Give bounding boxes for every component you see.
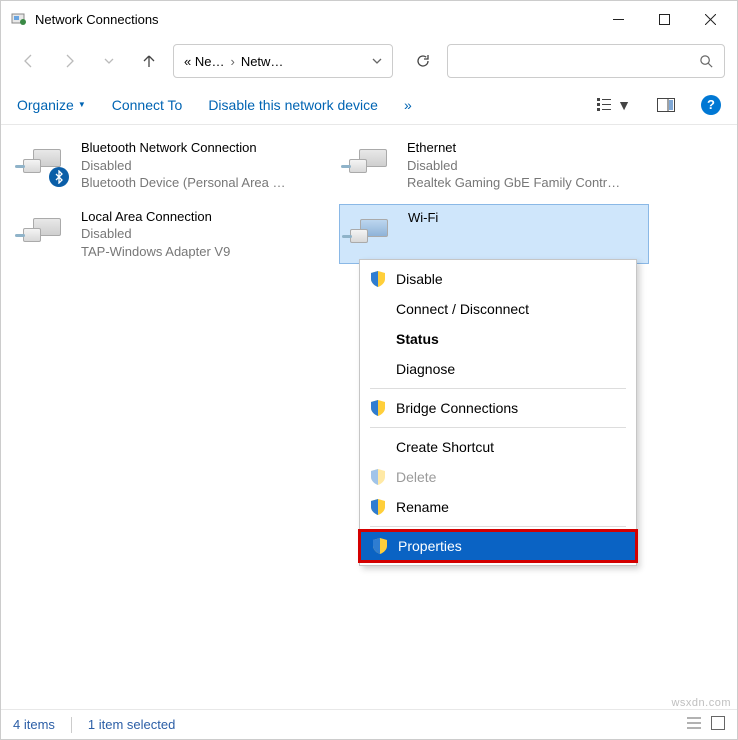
minimize-button[interactable]	[595, 1, 641, 37]
ctx-separator	[370, 526, 626, 527]
ctx-separator	[370, 427, 626, 428]
maximize-button[interactable]	[641, 1, 687, 37]
connection-device: TAP-Windows Adapter V9	[81, 243, 230, 261]
connection-item-lan[interactable]: Local Area Connection Disabled TAP-Windo…	[13, 204, 323, 265]
organize-menu[interactable]: Organize▼	[17, 97, 86, 113]
connection-device: Realtek Gaming GbE Family Contr…	[407, 174, 620, 192]
breadcrumb-2[interactable]: Netw…	[241, 54, 284, 69]
connection-item-wifi[interactable]: Wi-Fi	[339, 204, 649, 265]
connection-name: Wi-Fi	[408, 209, 438, 227]
connection-status: Disabled	[81, 225, 230, 243]
context-menu: Disable Connect / Disconnect Status Diag…	[359, 259, 637, 566]
large-icons-view-button[interactable]	[711, 716, 725, 733]
shield-icon	[370, 469, 386, 485]
forward-button[interactable]	[53, 45, 85, 77]
window-title: Network Connections	[35, 12, 595, 27]
adapter-icon	[344, 209, 400, 257]
watermark: wsxdn.com	[671, 697, 731, 709]
chevron-right-icon[interactable]: ›	[228, 54, 236, 69]
command-bar: Organize▼ Connect To Disable this networ…	[1, 85, 737, 125]
ctx-diagnose[interactable]: Diagnose	[360, 354, 636, 384]
view-layout-button[interactable]: ▼	[597, 97, 631, 113]
window-icon	[11, 11, 27, 27]
address-dropdown-icon[interactable]	[358, 54, 386, 69]
search-input[interactable]	[447, 44, 725, 78]
disable-device-button[interactable]: Disable this network device	[208, 97, 378, 113]
ctx-rename[interactable]: Rename	[360, 492, 636, 522]
ctx-properties[interactable]: Properties	[360, 531, 636, 561]
recent-dropdown[interactable]	[93, 45, 125, 77]
overflow-button[interactable]: »	[404, 97, 412, 113]
separator	[71, 717, 72, 733]
adapter-icon	[17, 208, 73, 256]
ctx-separator	[370, 388, 626, 389]
selection-count: 1 item selected	[88, 717, 175, 732]
refresh-button[interactable]	[407, 45, 439, 77]
ctx-create-shortcut[interactable]: Create Shortcut	[360, 432, 636, 462]
connection-device: Bluetooth Device (Personal Area …	[81, 174, 286, 192]
connection-item-bluetooth[interactable]: Bluetooth Network Connection Disabled Bl…	[13, 135, 323, 196]
help-button[interactable]: ?	[701, 95, 721, 115]
adapter-icon	[17, 139, 73, 187]
connect-to-button[interactable]: Connect To	[112, 97, 183, 113]
connection-name: Bluetooth Network Connection	[81, 139, 286, 157]
shield-icon	[370, 400, 386, 416]
ctx-status[interactable]: Status	[360, 324, 636, 354]
address-bar[interactable]: « Ne… › Netw…	[173, 44, 393, 78]
preview-pane-button[interactable]	[657, 98, 675, 112]
connection-name: Ethernet	[407, 139, 620, 157]
shield-icon	[370, 499, 386, 515]
connection-name: Local Area Connection	[81, 208, 230, 226]
shield-icon	[372, 538, 388, 554]
adapter-icon	[343, 139, 399, 187]
ctx-delete: Delete	[360, 462, 636, 492]
shield-icon	[370, 271, 386, 287]
details-view-button[interactable]	[687, 716, 703, 733]
titlebar: Network Connections	[1, 1, 737, 37]
connection-list: Bluetooth Network Connection Disabled Bl…	[1, 125, 737, 274]
connection-status: Disabled	[407, 157, 620, 175]
back-button[interactable]	[13, 45, 45, 77]
ctx-bridge[interactable]: Bridge Connections	[360, 393, 636, 423]
close-button[interactable]	[687, 1, 733, 37]
ctx-disable[interactable]: Disable	[360, 264, 636, 294]
breadcrumb-1[interactable]: « Ne…	[184, 54, 224, 69]
connection-status: Disabled	[81, 157, 286, 175]
nav-row: « Ne… › Netw…	[1, 37, 737, 85]
item-count: 4 items	[13, 717, 55, 732]
ctx-connect-disconnect[interactable]: Connect / Disconnect	[360, 294, 636, 324]
connection-item-ethernet[interactable]: Ethernet Disabled Realtek Gaming GbE Fam…	[339, 135, 649, 196]
up-button[interactable]	[133, 45, 165, 77]
status-bar: 4 items 1 item selected	[1, 709, 737, 739]
search-icon	[699, 54, 714, 69]
bluetooth-badge-icon	[49, 167, 69, 187]
